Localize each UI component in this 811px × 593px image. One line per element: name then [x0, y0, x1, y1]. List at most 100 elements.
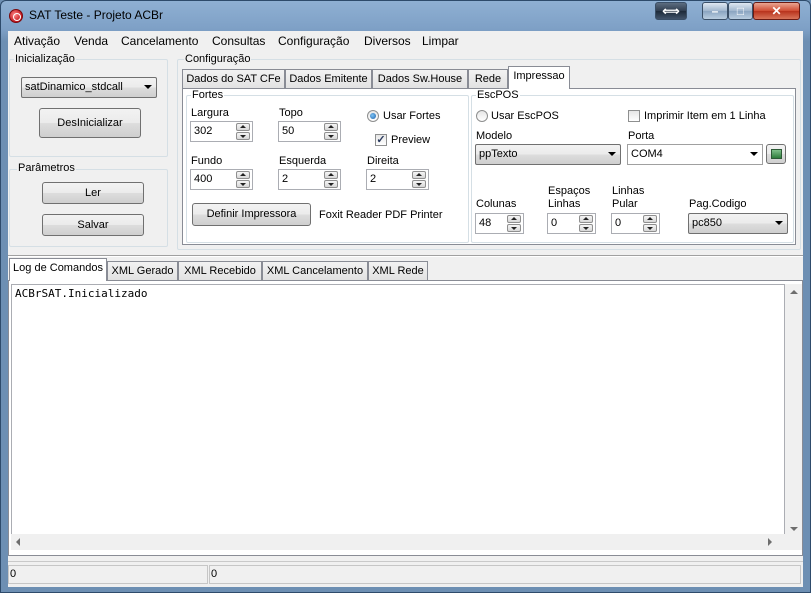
direita-spinner[interactable]: 2 [366, 169, 429, 190]
spin-up-icon[interactable] [236, 171, 250, 179]
spin-up-icon[interactable] [643, 215, 657, 223]
preview-checkbox[interactable]: ✓ [375, 134, 387, 146]
menu-venda[interactable]: Venda [74, 34, 108, 48]
tab-xml-recebido[interactable]: XML Recebido [178, 261, 262, 281]
spin-down-icon[interactable] [643, 224, 657, 232]
spin-up-icon[interactable] [579, 215, 593, 223]
maximize-button[interactable]: □ [728, 2, 753, 20]
title-bar[interactable]: SAT Teste - Projeto ACBr ⟺ – □ ✕ [1, 1, 810, 31]
checkmark-icon: ✓ [376, 134, 386, 146]
colunas-value: 48 [479, 217, 492, 229]
spin-down-icon[interactable] [236, 180, 250, 188]
menu-configuracao[interactable]: Configuração [278, 34, 349, 48]
tab-dados-emitente[interactable]: Dados Emitente [285, 69, 372, 89]
tab-dados-sw-house[interactable]: Dados Sw.House [372, 69, 468, 89]
esquerda-label: Esquerda [279, 155, 327, 167]
impressao-panel: Fortes Largura 302 Topo 50 Usar Fortes ✓… [182, 88, 796, 245]
ler-button[interactable]: Ler [42, 182, 144, 204]
desinicializar-button[interactable]: DesInicializar [39, 108, 141, 138]
modelo-label: Modelo [476, 130, 513, 142]
vertical-scrollbar[interactable] [785, 284, 802, 550]
spin-down-icon[interactable] [324, 132, 338, 140]
spin-down-icon[interactable] [236, 132, 250, 140]
scroll-left-icon[interactable] [16, 538, 20, 546]
chevron-down-icon [775, 221, 783, 225]
spin-up-icon[interactable] [236, 123, 250, 131]
spin-up-icon[interactable] [412, 171, 426, 179]
usar-fortes-radio[interactable] [367, 110, 379, 122]
menu-consultas[interactable]: Consultas [212, 34, 265, 48]
salvar-button[interactable]: Salvar [42, 214, 144, 236]
modelo-value: ppTexto [479, 148, 518, 160]
window-title: SAT Teste - Projeto ACBr [29, 8, 164, 22]
linhas-pular-value: 0 [615, 217, 622, 229]
horizontal-scrollbar[interactable] [11, 534, 785, 550]
menu-ativacao[interactable]: Ativação [14, 34, 60, 48]
topo-label: Topo [279, 107, 303, 119]
esquerda-spinner[interactable]: 2 [278, 169, 341, 190]
spin-down-icon[interactable] [579, 224, 593, 232]
tab-rede[interactable]: Rede [468, 69, 508, 89]
chevron-down-icon [144, 85, 152, 89]
imprimir-item-label[interactable]: Imprimir Item em 1 Linha [644, 110, 766, 122]
esquerda-value: 2 [282, 173, 289, 185]
spin-up-icon[interactable] [507, 215, 521, 223]
colunas-label: Colunas [476, 198, 517, 210]
linhas-pular-spinner[interactable]: 0 [611, 213, 660, 234]
spin-down-icon[interactable] [324, 180, 338, 188]
direita-label: Direita [367, 155, 399, 167]
definir-impressora-button[interactable]: Definir Impressora [192, 203, 311, 226]
spin-up-icon[interactable] [324, 123, 338, 131]
espacos-linhas-label: Linhas [548, 198, 581, 210]
modelo-select[interactable]: ppTexto [475, 144, 621, 165]
printer-name: Foxit Reader PDF Printer [319, 209, 443, 221]
tab-xml-cancelamento[interactable]: XML Cancelamento [262, 261, 368, 281]
porta-label: Porta [628, 130, 655, 142]
menu-limpar[interactable]: Limpar [422, 34, 459, 48]
usar-escpos-label[interactable]: Usar EscPOS [491, 110, 559, 122]
serial-config-button[interactable] [766, 144, 786, 164]
tab-xml-gerado[interactable]: XML Gerado [107, 261, 178, 281]
library-select-value: satDinamico_stdcall [25, 81, 123, 93]
menu-diversos[interactable]: Diversos [364, 34, 411, 48]
parametros-caption: Parâmetros [17, 162, 76, 174]
client-area: Ativação Venda Cancelamento Consultas Co… [8, 31, 803, 587]
close-button[interactable]: ✕ [753, 2, 800, 20]
usar-escpos-radio[interactable] [476, 110, 488, 122]
library-select[interactable]: satDinamico_stdcall [21, 77, 157, 98]
spin-down-icon[interactable] [507, 224, 521, 232]
chevron-down-icon [608, 152, 616, 156]
app-icon [9, 9, 23, 23]
tab-log-comandos[interactable]: Log de Comandos [9, 258, 107, 281]
topo-spinner[interactable]: 50 [278, 121, 341, 142]
usar-fortes-label[interactable]: Usar Fortes [383, 110, 440, 122]
splitter[interactable] [8, 255, 803, 257]
pagcodigo-select[interactable]: pc850 [688, 213, 788, 234]
minimize-icon: – [711, 4, 719, 18]
close-icon: ✕ [771, 4, 782, 18]
fundo-spinner[interactable]: 400 [190, 169, 253, 190]
direita-value: 2 [370, 173, 377, 185]
imprimir-item-checkbox[interactable] [628, 110, 640, 122]
porta-select[interactable]: COM4 [627, 144, 763, 165]
minimize-button[interactable]: – [702, 2, 728, 20]
scroll-right-icon[interactable] [768, 538, 772, 546]
menu-bar: Ativação Venda Cancelamento Consultas Co… [8, 31, 803, 51]
menu-cancelamento[interactable]: Cancelamento [121, 34, 198, 48]
largura-spinner[interactable]: 302 [190, 121, 253, 142]
inicializacao-caption: Inicialização [14, 53, 76, 65]
preview-label[interactable]: Preview [391, 134, 430, 146]
tab-xml-rede[interactable]: XML Rede [368, 261, 428, 281]
espacos-linhas-spinner[interactable]: 0 [547, 213, 596, 234]
colunas-spinner[interactable]: 48 [475, 213, 524, 234]
spin-down-icon[interactable] [412, 180, 426, 188]
tab-impressao[interactable]: Impressao [508, 66, 570, 89]
swap-icon: ⟺ [662, 4, 680, 18]
scroll-up-icon[interactable] [790, 290, 798, 294]
largura-label: Largura [191, 107, 229, 119]
log-memo[interactable]: ACBrSAT.Inicializado [11, 284, 785, 550]
scroll-down-icon[interactable] [790, 527, 798, 531]
spin-up-icon[interactable] [324, 171, 338, 179]
tab-dados-sat-cfe[interactable]: Dados do SAT CFe [182, 69, 285, 89]
swap-windows-button[interactable]: ⟺ [655, 2, 687, 20]
